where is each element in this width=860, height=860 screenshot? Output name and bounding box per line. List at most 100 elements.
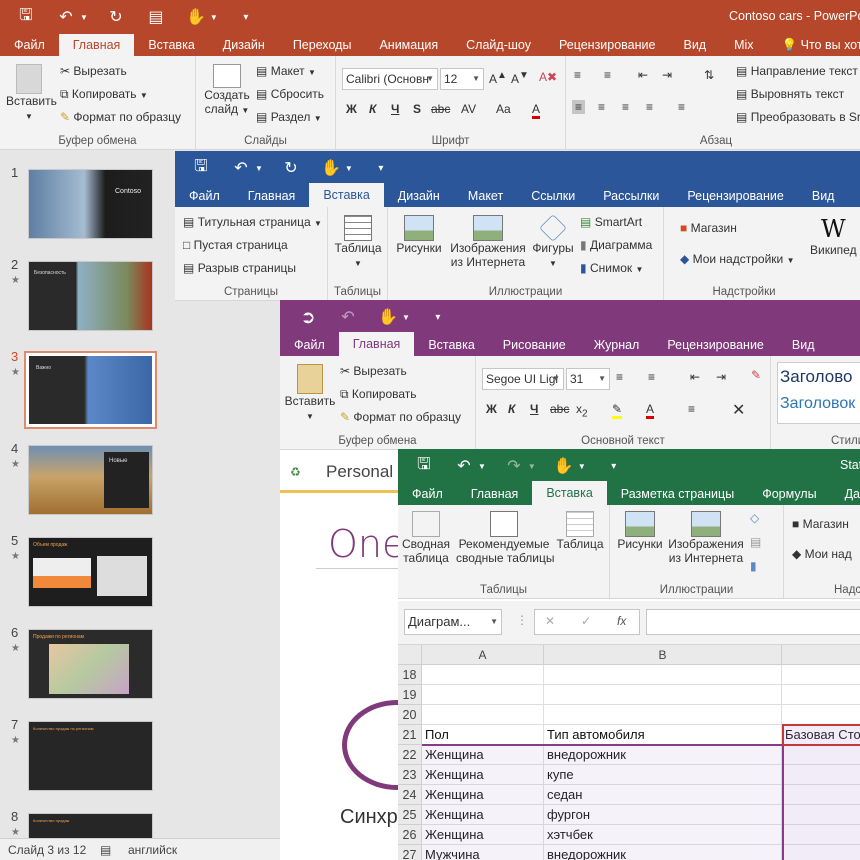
cell-b[interactable] bbox=[544, 665, 782, 685]
store-button[interactable]: ■ Магазин bbox=[792, 517, 849, 531]
align-right-icon[interactable]: ≡ bbox=[622, 100, 629, 114]
row-header[interactable]: 20 bbox=[398, 705, 422, 725]
cut-button[interactable]: ✂ Вырезать bbox=[340, 364, 407, 378]
font-size-combo[interactable]: 12 ▼ bbox=[440, 68, 484, 90]
customize-qat-icon[interactable]: ▾ bbox=[367, 163, 395, 174]
chevron-down-icon[interactable]: ▼ bbox=[402, 313, 410, 322]
clear-format-icon[interactable]: ✕ bbox=[732, 400, 745, 420]
smartart-icon[interactable]: ▤ bbox=[750, 535, 761, 549]
redo-icon[interactable]: ↷ bbox=[500, 456, 528, 476]
column-header-b[interactable]: B bbox=[544, 645, 782, 665]
tab-slideshow[interactable]: Слайд-шоу bbox=[452, 34, 545, 56]
tab-home[interactable]: Главная bbox=[338, 332, 415, 356]
page-break-button[interactable]: ▤ Разрыв страницы bbox=[183, 261, 296, 275]
tab-view[interactable]: Вид bbox=[669, 34, 720, 56]
slide-thumbnail[interactable]: Продажи по регионам bbox=[28, 629, 153, 699]
cell-a[interactable] bbox=[422, 705, 544, 725]
slide-thumbnail[interactable]: Количество продаж по регионам bbox=[28, 721, 153, 791]
table-button[interactable]: Таблица bbox=[556, 511, 604, 551]
customize-qat-icon[interactable]: ▾ bbox=[424, 312, 452, 323]
chevron-down-icon[interactable]: ▼ bbox=[478, 462, 486, 471]
char-spacing-icon[interactable]: AV bbox=[461, 102, 476, 116]
tab-transitions[interactable]: Переходы bbox=[279, 34, 366, 56]
bullets-icon[interactable]: ≡ bbox=[616, 370, 623, 384]
shapes-button[interactable]: Фигуры ▼ bbox=[528, 214, 578, 269]
shadow-icon[interactable]: S bbox=[413, 102, 421, 116]
chart-button[interactable]: ▮ Диаграмма bbox=[580, 238, 652, 252]
cancel-icon[interactable]: ✕ bbox=[545, 614, 555, 628]
tab-view[interactable]: Вид bbox=[798, 185, 849, 207]
increase-indent-icon[interactable]: ⇥ bbox=[662, 68, 672, 82]
grow-font-icon[interactable]: A▲ bbox=[489, 70, 507, 86]
notebook-name[interactable]: Personal bbox=[326, 462, 393, 482]
case-icon[interactable]: Aa bbox=[496, 102, 511, 116]
cell-b[interactable]: Тип автомобиля bbox=[544, 725, 782, 745]
shrink-font-icon[interactable]: A▼ bbox=[511, 70, 529, 86]
text-direction-button[interactable]: ▤ Направление текст bbox=[736, 64, 858, 78]
italic-icon[interactable]: К bbox=[369, 102, 376, 116]
copy-button[interactable]: ⧉ Копировать bbox=[340, 387, 417, 402]
tab-file[interactable]: Файл bbox=[175, 185, 234, 207]
section-button[interactable]: ▤ Раздел ▼ bbox=[256, 110, 322, 124]
subscript-icon[interactable]: x2 bbox=[576, 402, 588, 419]
online-pictures-button[interactable]: Изображения из Интернета bbox=[448, 215, 528, 269]
style-heading2[interactable]: Заголовок bbox=[780, 395, 855, 413]
tab-insert[interactable]: Вставка bbox=[414, 334, 488, 356]
recommended-pivot-button[interactable]: Рекомендуемые сводные таблицы bbox=[456, 511, 554, 565]
my-addins-button[interactable]: ◆ Мои надстройки ▼ bbox=[680, 252, 795, 266]
cut-button[interactable]: ✂ Вырезать bbox=[60, 64, 127, 78]
font-color-icon[interactable]: A bbox=[646, 402, 655, 419]
cell-b[interactable] bbox=[544, 705, 782, 725]
pivot-table-button[interactable]: Сводная таблица bbox=[400, 511, 452, 565]
tab-file[interactable]: Файл bbox=[398, 483, 457, 505]
formula-input[interactable] bbox=[646, 609, 860, 635]
language-status[interactable]: английск bbox=[128, 839, 177, 860]
tab-layout[interactable]: Макет bbox=[454, 185, 517, 207]
save-icon[interactable]: 🖫 bbox=[12, 4, 40, 31]
tab-home[interactable]: Главная bbox=[457, 483, 533, 505]
row-header[interactable]: 26 bbox=[398, 825, 422, 845]
justify-icon[interactable]: ≡ bbox=[646, 100, 653, 114]
redo-icon[interactable]: ↻ bbox=[102, 7, 130, 27]
tab-references[interactable]: Ссылки bbox=[517, 185, 589, 207]
row-header[interactable]: 25 bbox=[398, 805, 422, 825]
touch-mode-icon[interactable]: ✋ bbox=[374, 307, 402, 327]
bold-icon[interactable]: Ж bbox=[346, 102, 357, 116]
cell-c[interactable] bbox=[782, 665, 860, 685]
paste-button[interactable]: Вставить ▼ bbox=[6, 64, 57, 122]
pictures-button[interactable]: Рисунки bbox=[394, 215, 444, 255]
cover-page-button[interactable]: ▤ Титульная страница ▼ bbox=[183, 215, 322, 229]
cell-a[interactable] bbox=[422, 665, 544, 685]
strike-icon[interactable]: abc bbox=[431, 102, 450, 116]
tab-insert[interactable]: Вставка bbox=[532, 481, 607, 505]
format-painter-button[interactable]: ✎ Формат по образцу bbox=[60, 110, 181, 124]
undo-icon[interactable]: ↶ bbox=[450, 456, 478, 476]
save-icon[interactable]: 🖫 bbox=[187, 155, 215, 182]
wikipedia-button[interactable]: W Википед bbox=[810, 215, 857, 257]
slide-thumbnail[interactable]: Безопасность bbox=[28, 261, 153, 331]
tab-review[interactable]: Рецензирование bbox=[673, 185, 798, 207]
cell-c[interactable] bbox=[782, 685, 860, 705]
tab-data[interactable]: Данн bbox=[831, 483, 860, 505]
spellcheck-icon[interactable]: ▤ bbox=[100, 839, 111, 860]
column-header-c[interactable] bbox=[782, 645, 860, 665]
new-slide-button[interactable]: Создать слайд ▼ bbox=[204, 64, 250, 116]
slide-thumbnail[interactable]: Contoso bbox=[28, 169, 153, 239]
row-header[interactable]: 27 bbox=[398, 845, 422, 860]
customize-qat-icon[interactable]: ▾ bbox=[600, 461, 628, 472]
font-color-icon[interactable]: A bbox=[532, 102, 541, 119]
tab-file[interactable]: Файл bbox=[280, 334, 339, 356]
chevron-down-icon[interactable]: ▼ bbox=[345, 164, 353, 173]
font-name-combo[interactable]: Segoe UI Ligl ▼ bbox=[482, 368, 564, 390]
screenshot-icon[interactable]: ▮ bbox=[750, 559, 757, 573]
align-left-icon[interactable]: ≡ bbox=[572, 100, 586, 114]
screenshot-button[interactable]: ▮ Снимок ▼ bbox=[580, 261, 643, 275]
highlight-icon[interactable]: ✎ bbox=[612, 402, 623, 419]
tab-design[interactable]: Дизайн bbox=[384, 185, 454, 207]
row-header[interactable]: 22 bbox=[398, 745, 422, 765]
store-button[interactable]: ■ Магазин bbox=[680, 221, 737, 235]
undo-icon[interactable]: ↶ bbox=[52, 7, 80, 27]
chevron-down-icon[interactable]: ▼ bbox=[528, 462, 536, 471]
undo-icon[interactable]: ↶ bbox=[334, 307, 362, 327]
style-heading1[interactable]: Заголово bbox=[780, 367, 853, 387]
